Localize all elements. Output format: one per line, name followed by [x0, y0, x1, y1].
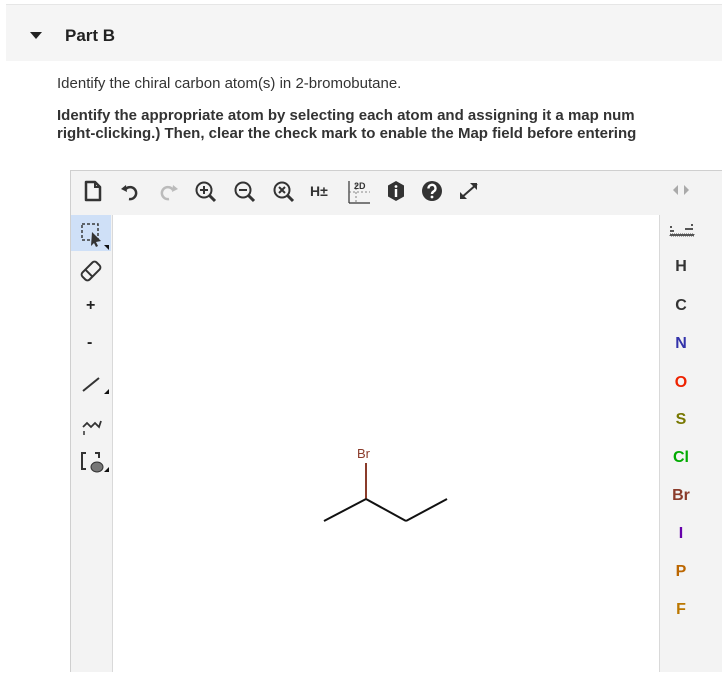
- single-bond-icon[interactable]: [80, 370, 110, 400]
- decrease-charge-button[interactable]: -: [87, 334, 92, 352]
- clean-2d-icon[interactable]: 2D: [346, 178, 376, 206]
- c2-c3-bond[interactable]: [365, 498, 407, 522]
- element-button-n[interactable]: N: [658, 335, 704, 353]
- element-button-p[interactable]: P: [658, 563, 704, 581]
- question-text: Identify the chiral carbon atom(s) in 2-…: [57, 75, 402, 92]
- template-bracket-icon[interactable]: [80, 448, 110, 478]
- increase-charge-button[interactable]: +: [86, 297, 95, 315]
- element-button-cl[interactable]: Cl: [658, 449, 704, 467]
- zoom-out-icon[interactable]: [233, 180, 257, 204]
- part-header[interactable]: Part B: [6, 4, 722, 61]
- c3-c4-bond[interactable]: [405, 498, 448, 522]
- panel-scroll-arrows[interactable]: [670, 183, 692, 197]
- info-icon[interactable]: [386, 180, 406, 202]
- chain-tool-icon[interactable]: [80, 412, 104, 438]
- c1-c2-bond[interactable]: [323, 498, 367, 522]
- element-button-h[interactable]: H: [658, 258, 704, 276]
- periodic-table-icon[interactable]: [669, 222, 695, 240]
- zoom-in-icon[interactable]: [194, 180, 218, 204]
- instructions-line-2: right-clicking.) Then, clear the check m…: [57, 125, 637, 142]
- element-button-o[interactable]: O: [658, 374, 704, 392]
- bromine-atom-label[interactable]: Br: [357, 446, 371, 461]
- element-button-c[interactable]: C: [658, 297, 704, 315]
- element-button-s[interactable]: S: [658, 411, 704, 429]
- drawing-canvas[interactable]: Br: [112, 215, 660, 672]
- zoom-reset-icon[interactable]: [272, 180, 296, 204]
- collapse-triangle-icon[interactable]: [30, 32, 42, 39]
- undo-icon[interactable]: [120, 182, 142, 202]
- 2-bromobutane-structure: Br: [323, 446, 448, 522]
- hydrogen-toggle-button[interactable]: H±: [310, 183, 328, 199]
- new-document-icon[interactable]: [83, 180, 103, 202]
- instructions: Identify the appropriate atom by selecti…: [57, 107, 722, 147]
- help-icon[interactable]: [421, 180, 443, 202]
- element-button-i[interactable]: I: [658, 525, 704, 543]
- element-button-f[interactable]: F: [658, 601, 704, 619]
- fullscreen-icon[interactable]: [457, 180, 481, 202]
- instructions-line-1: Identify the appropriate atom by selecti…: [57, 107, 635, 124]
- selection-icon: [81, 223, 109, 250]
- svg-text:2D: 2D: [354, 181, 366, 191]
- select-tool-button[interactable]: [71, 215, 111, 251]
- part-title: Part B: [65, 26, 116, 45]
- element-button-br[interactable]: Br: [658, 487, 704, 505]
- eraser-icon[interactable]: [78, 258, 104, 284]
- redo-icon[interactable]: [157, 182, 179, 202]
